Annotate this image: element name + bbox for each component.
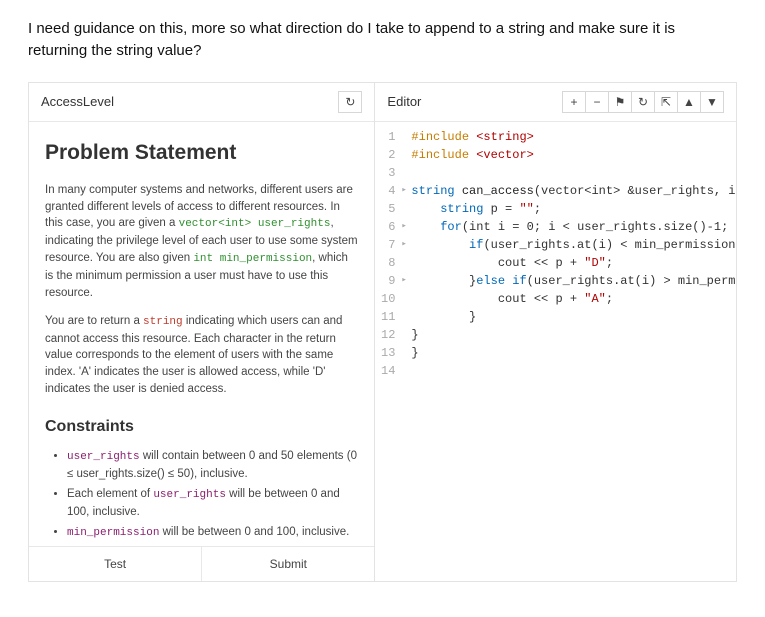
problem-panel: AccessLevel ↻ Problem Statement In many … — [29, 83, 375, 581]
problem-panel-header: AccessLevel ↻ — [29, 83, 374, 122]
code-content: } — [411, 344, 418, 362]
code-inline: user_rights — [153, 489, 226, 501]
constraints-list: user_rights will contain between 0 and 5… — [45, 448, 358, 541]
fold-icon — [401, 164, 411, 182]
fold-icon — [401, 362, 411, 380]
fold-icon — [401, 326, 411, 344]
line-number: 6 — [375, 218, 401, 236]
editor-tab-title: Editor — [387, 94, 421, 109]
line-number: 2 — [375, 146, 401, 164]
fold-icon — [401, 308, 411, 326]
line-number: 8 — [375, 254, 401, 272]
zoom-in-icon[interactable]: + — [562, 91, 586, 113]
code-content: #include <string> — [411, 128, 533, 146]
fold-icon[interactable]: ▸ — [401, 182, 411, 200]
submit-button[interactable]: Submit — [202, 547, 374, 581]
code-line[interactable]: 2 #include <vector> — [375, 146, 736, 164]
line-number: 12 — [375, 326, 401, 344]
editor-panel-header: Editor + − ⚑ ↻ ⇱ ▲ ▼ — [375, 83, 736, 122]
text: You are to return a — [45, 315, 143, 327]
line-number: 7 — [375, 236, 401, 254]
code-line[interactable]: 10 cout << p + "A"; — [375, 290, 736, 308]
code-line[interactable]: 5 string p = ""; — [375, 200, 736, 218]
expand-icon[interactable]: ⇱ — [654, 91, 678, 113]
action-buttons: Test Submit — [29, 546, 374, 581]
line-number: 1 — [375, 128, 401, 146]
line-number: 4 — [375, 182, 401, 200]
code-content: if(user_rights.at(i) < min_permission){ — [411, 236, 736, 254]
down-arrow-icon[interactable]: ▼ — [700, 91, 724, 113]
line-number: 13 — [375, 344, 401, 362]
code-content: } — [411, 308, 476, 326]
text: will be between 0 and 100, inclusive. — [159, 526, 349, 538]
code-line[interactable]: 11 } — [375, 308, 736, 326]
up-arrow-icon[interactable]: ▲ — [677, 91, 701, 113]
code-content: cout << p + "A"; — [411, 290, 613, 308]
line-number: 9 — [375, 272, 401, 290]
code-content: string p = ""; — [411, 200, 541, 218]
problem-tab-title: AccessLevel — [41, 94, 114, 109]
fold-icon — [401, 254, 411, 272]
problem-paragraph-2: You are to return a string indicating wh… — [45, 313, 358, 398]
line-number: 5 — [375, 200, 401, 218]
code-line[interactable]: 13 } — [375, 344, 736, 362]
fold-icon — [401, 200, 411, 218]
code-content: cout << p + "D"; — [411, 254, 613, 272]
fold-icon[interactable]: ▸ — [401, 236, 411, 254]
problem-paragraph-1: In many computer systems and networks, d… — [45, 182, 358, 301]
fold-icon[interactable]: ▸ — [401, 272, 411, 290]
code-inline: user_rights — [67, 451, 140, 463]
code-line[interactable]: 1 #include <string> — [375, 128, 736, 146]
editor-toolbar: + − ⚑ ↻ ⇱ ▲ ▼ — [562, 91, 724, 113]
constraint-item: min_permission will be between 0 and 100… — [67, 524, 358, 542]
code-content: } — [411, 326, 418, 344]
code-line[interactable]: 8 cout << p + "D"; — [375, 254, 736, 272]
refresh-icon[interactable]: ↻ — [631, 91, 655, 113]
code-content: string can_access(vector<int> &user_righ… — [411, 182, 736, 200]
line-number: 10 — [375, 290, 401, 308]
code-content: for(int i = 0; i < user_rights.size()-1;… — [411, 218, 736, 236]
constraint-item: user_rights will contain between 0 and 5… — [67, 448, 358, 483]
code-line[interactable]: 3 — [375, 164, 736, 182]
line-number: 11 — [375, 308, 401, 326]
fold-icon — [401, 146, 411, 164]
refresh-icon[interactable]: ↻ — [338, 91, 362, 113]
editor-panel: Editor + − ⚑ ↻ ⇱ ▲ ▼ 1 #include <string>… — [375, 83, 736, 581]
text: Each element of — [67, 488, 153, 500]
test-button[interactable]: Test — [29, 547, 202, 581]
code-line[interactable]: 7▸ if(user_rights.at(i) < min_permission… — [375, 236, 736, 254]
problem-body: Problem Statement In many computer syste… — [29, 122, 374, 546]
question-text: I need guidance on this, more so what di… — [28, 18, 737, 62]
fold-icon — [401, 344, 411, 362]
zoom-out-icon[interactable]: − — [585, 91, 609, 113]
code-line[interactable]: 14 — [375, 362, 736, 380]
constraint-item: Each element of user_rights will be betw… — [67, 486, 358, 521]
problem-statement-heading: Problem Statement — [45, 138, 358, 168]
fold-icon[interactable]: ▸ — [401, 218, 411, 236]
fold-icon — [401, 290, 411, 308]
code-line[interactable]: 12 } — [375, 326, 736, 344]
code-line[interactable]: 6▸ for(int i = 0; i < user_rights.size()… — [375, 218, 736, 236]
fold-icon — [401, 128, 411, 146]
code-line[interactable]: 4▸string can_access(vector<int> &user_ri… — [375, 182, 736, 200]
ide-container: AccessLevel ↻ Problem Statement In many … — [28, 82, 737, 582]
code-inline: int min_permission — [193, 253, 312, 265]
code-content: }else if(user_rights.at(i) > min_permiss… — [411, 272, 736, 290]
code-content: #include <vector> — [411, 146, 533, 164]
constraints-heading: Constraints — [45, 415, 358, 438]
code-inline: min_permission — [67, 527, 159, 539]
line-number: 14 — [375, 362, 401, 380]
code-line[interactable]: 9▸ }else if(user_rights.at(i) > min_perm… — [375, 272, 736, 290]
line-number: 3 — [375, 164, 401, 182]
code-inline: vector<int> user_rights — [179, 218, 331, 230]
code-editor[interactable]: 1 #include <string>2 #include <vector>3 … — [375, 122, 736, 581]
flag-icon[interactable]: ⚑ — [608, 91, 632, 113]
code-inline: string — [143, 316, 183, 328]
